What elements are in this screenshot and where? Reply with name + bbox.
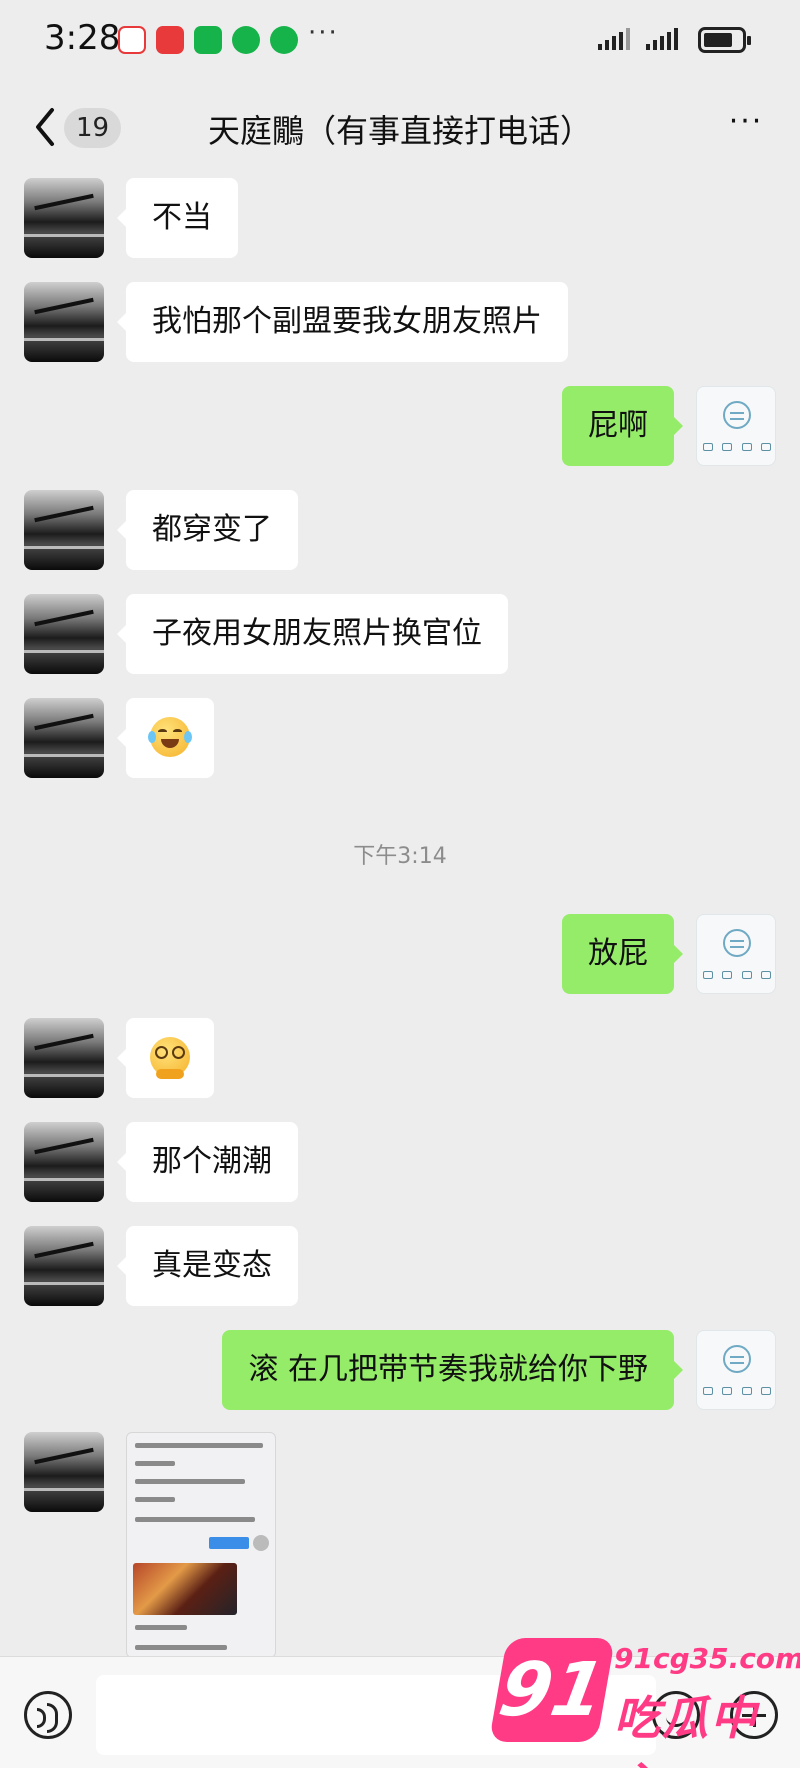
nerd-face-emoji — [150, 1036, 190, 1079]
message-bubble-received[interactable]: 那个潮潮 — [117, 1122, 298, 1202]
app-notification-icon — [156, 26, 184, 54]
more-notifications-icon: ··· — [308, 18, 339, 48]
wechat-notification-icon — [232, 26, 260, 54]
contact-avatar[interactable] — [24, 1226, 104, 1306]
contact-avatar[interactable] — [24, 490, 104, 570]
plus-icon[interactable] — [730, 1691, 778, 1739]
seal-logo-icon — [723, 1345, 751, 1373]
input-bar — [0, 1656, 800, 1768]
status-bar: 3:28 ··· — [0, 0, 800, 82]
contact-avatar[interactable] — [24, 1122, 104, 1202]
image-message-thumbnail[interactable] — [126, 1432, 276, 1658]
seal-logo-icon — [723, 401, 751, 429]
voice-icon[interactable] — [24, 1691, 72, 1739]
message-input[interactable] — [96, 1675, 656, 1755]
my-avatar[interactable] — [696, 386, 776, 466]
seal-logo-icon — [723, 929, 751, 957]
contact-avatar[interactable] — [24, 282, 104, 362]
contact-avatar[interactable] — [24, 698, 104, 778]
more-options-button[interactable]: ··· — [724, 107, 768, 142]
my-avatar[interactable] — [696, 1330, 776, 1410]
message-timestamp: 下午3:14 — [353, 844, 447, 869]
app-notification-icon — [118, 26, 146, 54]
message-bubble-sent[interactable]: 屁啊 — [562, 386, 683, 466]
message-bubble-received[interactable] — [117, 1018, 214, 1098]
emoji-icon[interactable] — [652, 1691, 700, 1739]
message-bubble-received[interactable]: 子夜用女朋友照片换官位 — [117, 594, 508, 674]
message-bubble-received[interactable]: 都穿变了 — [117, 490, 298, 570]
message-bubble-received[interactable]: 真是变态 — [117, 1226, 298, 1306]
contact-avatar[interactable] — [24, 178, 104, 258]
battery-icon — [698, 27, 751, 53]
contact-avatar[interactable] — [24, 594, 104, 674]
chat-header: 19 天庭鷳（有事直接打电话） ··· — [0, 82, 800, 172]
chat-title: 天庭鷳（有事直接打电话） — [207, 112, 592, 150]
signal-icon — [598, 28, 630, 50]
app-notification-icon — [194, 26, 222, 54]
signal-icon — [646, 28, 678, 50]
message-bubble-received[interactable]: 不当 — [117, 178, 238, 258]
wechat-notification-icon — [270, 26, 298, 54]
message-bubble-sent[interactable]: 放屁 — [562, 914, 683, 994]
message-bubble-received[interactable]: 我怕那个副盟要我女朋友照片 — [117, 282, 568, 362]
my-avatar[interactable] — [696, 914, 776, 994]
status-time: 3:28 — [44, 18, 121, 58]
message-bubble-sent[interactable]: 滚 在几把带节奏我就给你下野 — [222, 1330, 683, 1410]
contact-avatar[interactable] — [24, 1018, 104, 1098]
message-bubble-received[interactable] — [117, 698, 214, 778]
contact-avatar[interactable] — [24, 1432, 104, 1512]
laughing-crying-face-emoji — [148, 716, 192, 757]
